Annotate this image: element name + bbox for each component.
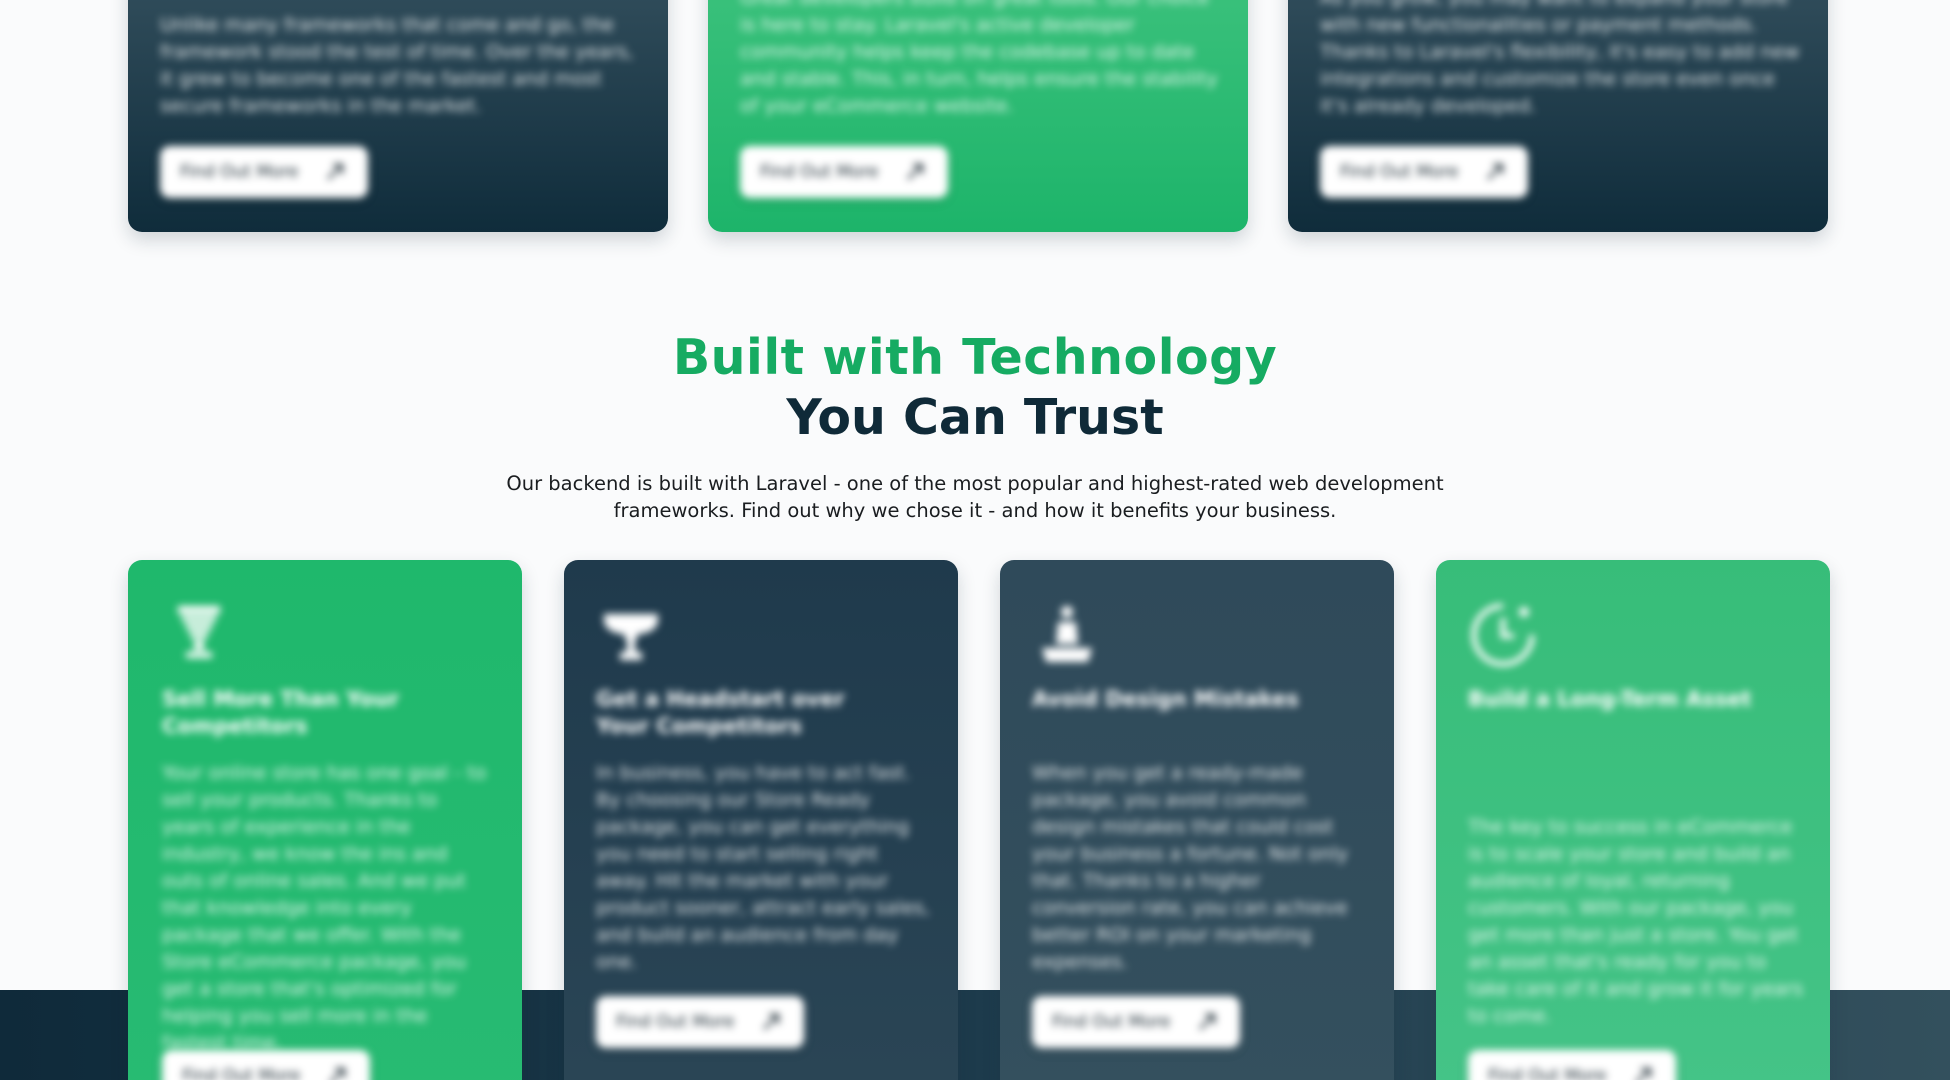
arrow-icon [1637,1067,1652,1080]
benefit-card-2: Get a Headstart over Your Competitors In… [564,560,958,1080]
benefit-card-2-text: In business, you have to act fast. By ch… [596,762,930,973]
benefit-card-4-text: The key to success in eCommerce is to sc… [1468,816,1804,1027]
top-card-1-button[interactable]: Find Out More [160,146,368,198]
benefit-card-4: Build a Long-Term Asset The key to succe… [1436,560,1830,1080]
intro-line-1: Our backend is built with Laravel - one … [506,472,1444,495]
person-podium-icon [1042,606,1092,662]
top-card-1: Unlike many frameworks that come and go,… [128,0,668,232]
arrow-icon [327,163,344,180]
arrow-icon [763,1013,780,1030]
benefit-card-1: Sell More Than Your Competitors Your onl… [128,560,522,1080]
top-card-2: Great developers build on great tools. O… [708,0,1248,232]
arrow-icon [331,1067,346,1080]
section-intro: Our backend is built with Laravel - one … [0,470,1950,524]
section-title-line2: You Can Trust [786,389,1164,446]
top-card-1-text: Unlike many frameworks that come and go,… [160,14,634,117]
benefit-card-2-title: Get a Headstart over Your Competitors [596,687,845,738]
button-label: Find Out More [1488,1066,1607,1080]
top-card-2-button[interactable]: Find Out More [740,146,948,198]
top-card-3-button[interactable]: Find Out More [1320,146,1528,198]
button-label: Find Out More [760,162,879,182]
section-heading: Built with Technology You Can Trust [0,328,1950,448]
trophy-cup-icon [604,614,658,660]
button-label: Find Out More [182,1066,301,1080]
arrow-icon [1487,163,1504,180]
arrow-icon [907,163,924,180]
button-label: Find Out More [180,162,299,182]
trophy-icon [178,606,220,658]
benefit-card-2-button[interactable]: Find Out More [596,996,804,1048]
section-title-line1: Built with Technology [672,329,1278,386]
benefit-card-3-title: Avoid Design Mistakes [1032,687,1299,711]
benefit-card-4-title: Build a Long-Term Asset [1468,687,1752,711]
top-card-2-text: Great developers build on great tools. O… [740,0,1218,117]
benefit-card-1-title: Sell More Than Your Competitors [162,687,400,738]
benefit-card-3-text: When you get a ready-made package, you a… [1032,762,1349,973]
button-label: Find Out More [1340,162,1459,182]
benefit-card-1-text: Your online store has one goal - to sell… [162,762,487,1054]
benefit-card-3-button[interactable]: Find Out More [1032,996,1240,1048]
benefit-card-1-button[interactable]: Find Out More [162,1050,370,1080]
benefit-card-3: Avoid Design Mistakes When you get a rea… [1000,560,1394,1080]
arrow-icon [1199,1013,1216,1030]
clock-dollar-icon [1471,603,1535,667]
top-card-3-text: As you grow, you may want to expand your… [1320,0,1800,117]
button-label: Find Out More [1052,1012,1171,1032]
benefit-card-4-button[interactable]: Find Out More [1468,1050,1676,1080]
button-label: Find Out More [616,1012,735,1032]
top-card-3: As you grow, you may want to expand your… [1288,0,1828,232]
intro-line-2: frameworks. Find out why we chose it - a… [613,499,1337,522]
